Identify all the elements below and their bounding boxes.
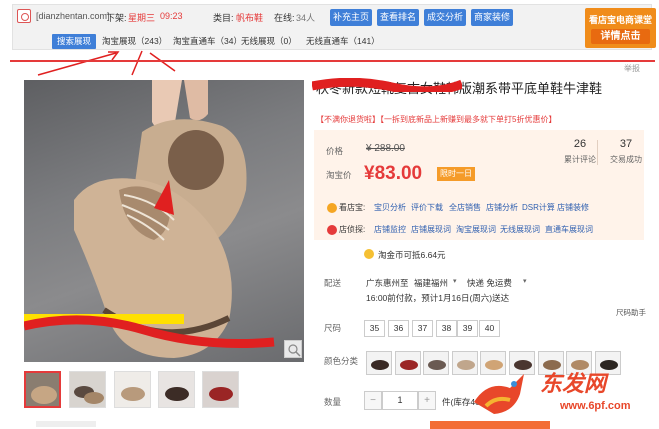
price-label: 价格 (326, 146, 344, 156)
shipping-label: 配送 (324, 278, 342, 288)
size-option-40[interactable]: 40 (479, 320, 500, 337)
online-value: 34人 (296, 13, 316, 23)
shoe-illustration (24, 80, 275, 358)
deal-analysis-button[interactable]: 成交分析 (424, 9, 466, 26)
tool1-link-review-download[interactable]: 评价下载 (411, 202, 443, 213)
color-option-1[interactable] (366, 351, 392, 375)
qty-increase-button[interactable]: + (418, 391, 436, 410)
tool2-link-taobao-words[interactable]: 淘宝展现词 (456, 224, 496, 235)
tool1-link-shop-decor[interactable]: 店铺装修 (557, 202, 589, 213)
title-redaction-underline (10, 60, 655, 62)
zoom-button[interactable] (284, 340, 302, 358)
dianzhentan-icon (327, 225, 337, 235)
promo-line2: 详情点击 (591, 29, 650, 44)
thumbnail-1[interactable] (24, 371, 61, 408)
size-guide-link[interactable]: 尺码助手 (616, 307, 646, 318)
thumbnail-3[interactable] (114, 371, 151, 408)
qty-label: 数量 (324, 397, 342, 407)
online-label: 在线: (274, 13, 295, 23)
thumbnail-4[interactable] (158, 371, 195, 408)
color-option-2[interactable] (395, 351, 421, 375)
size-label: 尺码 (324, 323, 342, 333)
shop-decor-button[interactable]: 商家装修 (471, 9, 513, 26)
category-label: 类目: (213, 13, 234, 23)
thumbnail-2[interactable] (69, 371, 106, 408)
sales-label: 交易成功 (610, 155, 642, 164)
category-value[interactable]: 帆布鞋 (236, 11, 263, 24)
tab-wireless-display[interactable]: 无线展现（0） (241, 34, 297, 49)
fee-chevron-icon[interactable]: ▾ (523, 277, 527, 285)
coins-text: 淘金币可抵6.64元 (378, 250, 446, 260)
chevron-down-icon[interactable]: ▾ (453, 277, 457, 285)
status-day: 星期三 (128, 13, 156, 23)
color-option-3[interactable] (423, 351, 449, 375)
magnifier-icon (288, 344, 301, 357)
sales-count[interactable]: 37 (615, 138, 637, 150)
tool1-link-item-analysis[interactable]: 宝贝分析 (374, 202, 406, 213)
status-time: 09:23 (160, 11, 183, 21)
status-prefix: 下架: (106, 13, 127, 23)
shipping-fee: 快递 免运费 (467, 278, 512, 288)
coin-icon (364, 249, 374, 259)
promo-price: ¥83.00 (364, 163, 423, 184)
tool2-link-shop-words[interactable]: 店铺展现词 (411, 224, 451, 235)
product-subtitle: 【不满你退货啦】【一拆到底新品上新赚到最多就下单打5折优惠价】 (316, 115, 557, 124)
discount-badge: 限时一日 (437, 167, 475, 181)
title-redaction (312, 78, 462, 92)
promo-price-label: 淘宝价 (326, 170, 352, 180)
qty-input[interactable]: 1 (382, 391, 418, 410)
shop-url[interactable]: [dianzhentan.com] (36, 11, 110, 21)
tool2-label: 店侦探: (339, 225, 366, 234)
qty-decrease-button[interactable]: − (364, 391, 382, 410)
size-option-38[interactable]: 38 (436, 320, 457, 337)
promo-banner[interactable]: 看店宝电商课堂 详情点击 (585, 8, 656, 48)
tool2-link-wireless-words[interactable]: 无线展现词 (500, 224, 540, 235)
tool1-link-dsr[interactable]: DSR计算 (522, 202, 555, 213)
size-option-37[interactable]: 37 (412, 320, 433, 337)
color-label: 颜色分类 (324, 356, 359, 366)
tool1-link-shop-sales[interactable]: 全店销售 (449, 202, 481, 213)
product-main-image[interactable] (24, 80, 304, 362)
annotation-arrows (37, 50, 176, 76)
size-option-39[interactable]: 39 (457, 320, 478, 337)
original-price: ¥ 288.00 (366, 143, 405, 154)
report-link[interactable]: 举报 (624, 63, 640, 74)
site-watermark: 东发网 www.6pf.com (466, 362, 656, 424)
tab-wireless-express[interactable]: 无线直通车（141） (306, 34, 380, 49)
tool1-label: 看店宝: (339, 203, 366, 212)
promo-line1: 看店宝电商课堂 (588, 15, 652, 25)
view-ranking-button[interactable]: 查看排名 (377, 9, 419, 26)
watermark-brand: 东发网 (540, 371, 607, 396)
tool2-link-shop-monitor[interactable]: 店铺监控 (374, 224, 406, 235)
shipping-eta: 16:00前付款，预计1月16日(周六)送达 (366, 293, 510, 303)
review-label: 累计评论 (564, 155, 596, 164)
stat-divider (597, 140, 598, 165)
size-option-36[interactable]: 36 (388, 320, 409, 337)
watermark-url: www.6pf.com (560, 400, 631, 412)
tool2-link-express-words[interactable]: 直通车展现词 (545, 224, 593, 235)
plugin-logo-icon (17, 9, 31, 23)
tool1-link-shop-analysis[interactable]: 店铺分析 (486, 202, 518, 213)
shipping-from: 广东惠州至 (366, 278, 409, 288)
thumbnail-5[interactable] (202, 371, 239, 408)
bottom-info-strip (36, 421, 96, 427)
shipping-destination-select[interactable]: 福建福州 (414, 277, 448, 289)
supplement-home-button[interactable]: 补充主页 (330, 9, 372, 26)
size-option-35[interactable]: 35 (364, 320, 385, 337)
review-count[interactable]: 26 (570, 138, 590, 150)
kandianbao-icon (327, 203, 337, 213)
